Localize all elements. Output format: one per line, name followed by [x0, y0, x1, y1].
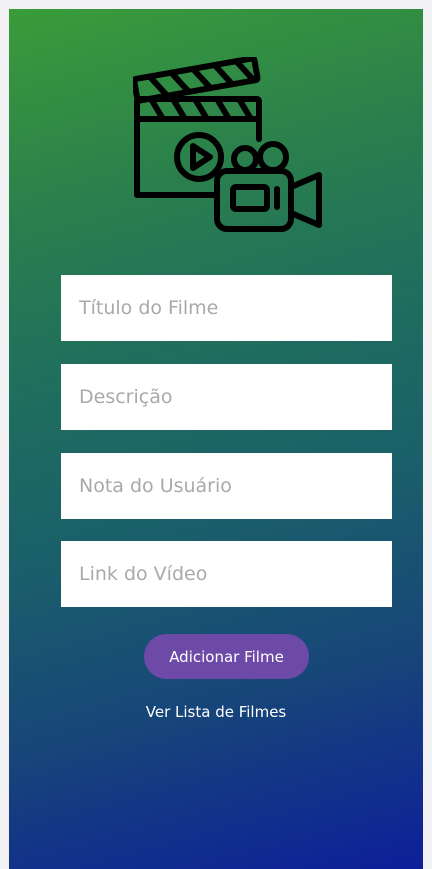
clapperboard-video-camera-icon: [133, 57, 322, 232]
add-movie-button[interactable]: Adicionar Filme: [144, 634, 309, 679]
app-screen: Adicionar Filme Ver Lista de Filmes: [9, 9, 423, 869]
description-input[interactable]: [61, 364, 392, 430]
video-link-input[interactable]: [61, 541, 392, 607]
movie-title-input[interactable]: [61, 275, 392, 341]
user-rating-input[interactable]: [61, 453, 392, 519]
view-movie-list-link[interactable]: Ver Lista de Filmes: [9, 703, 423, 721]
